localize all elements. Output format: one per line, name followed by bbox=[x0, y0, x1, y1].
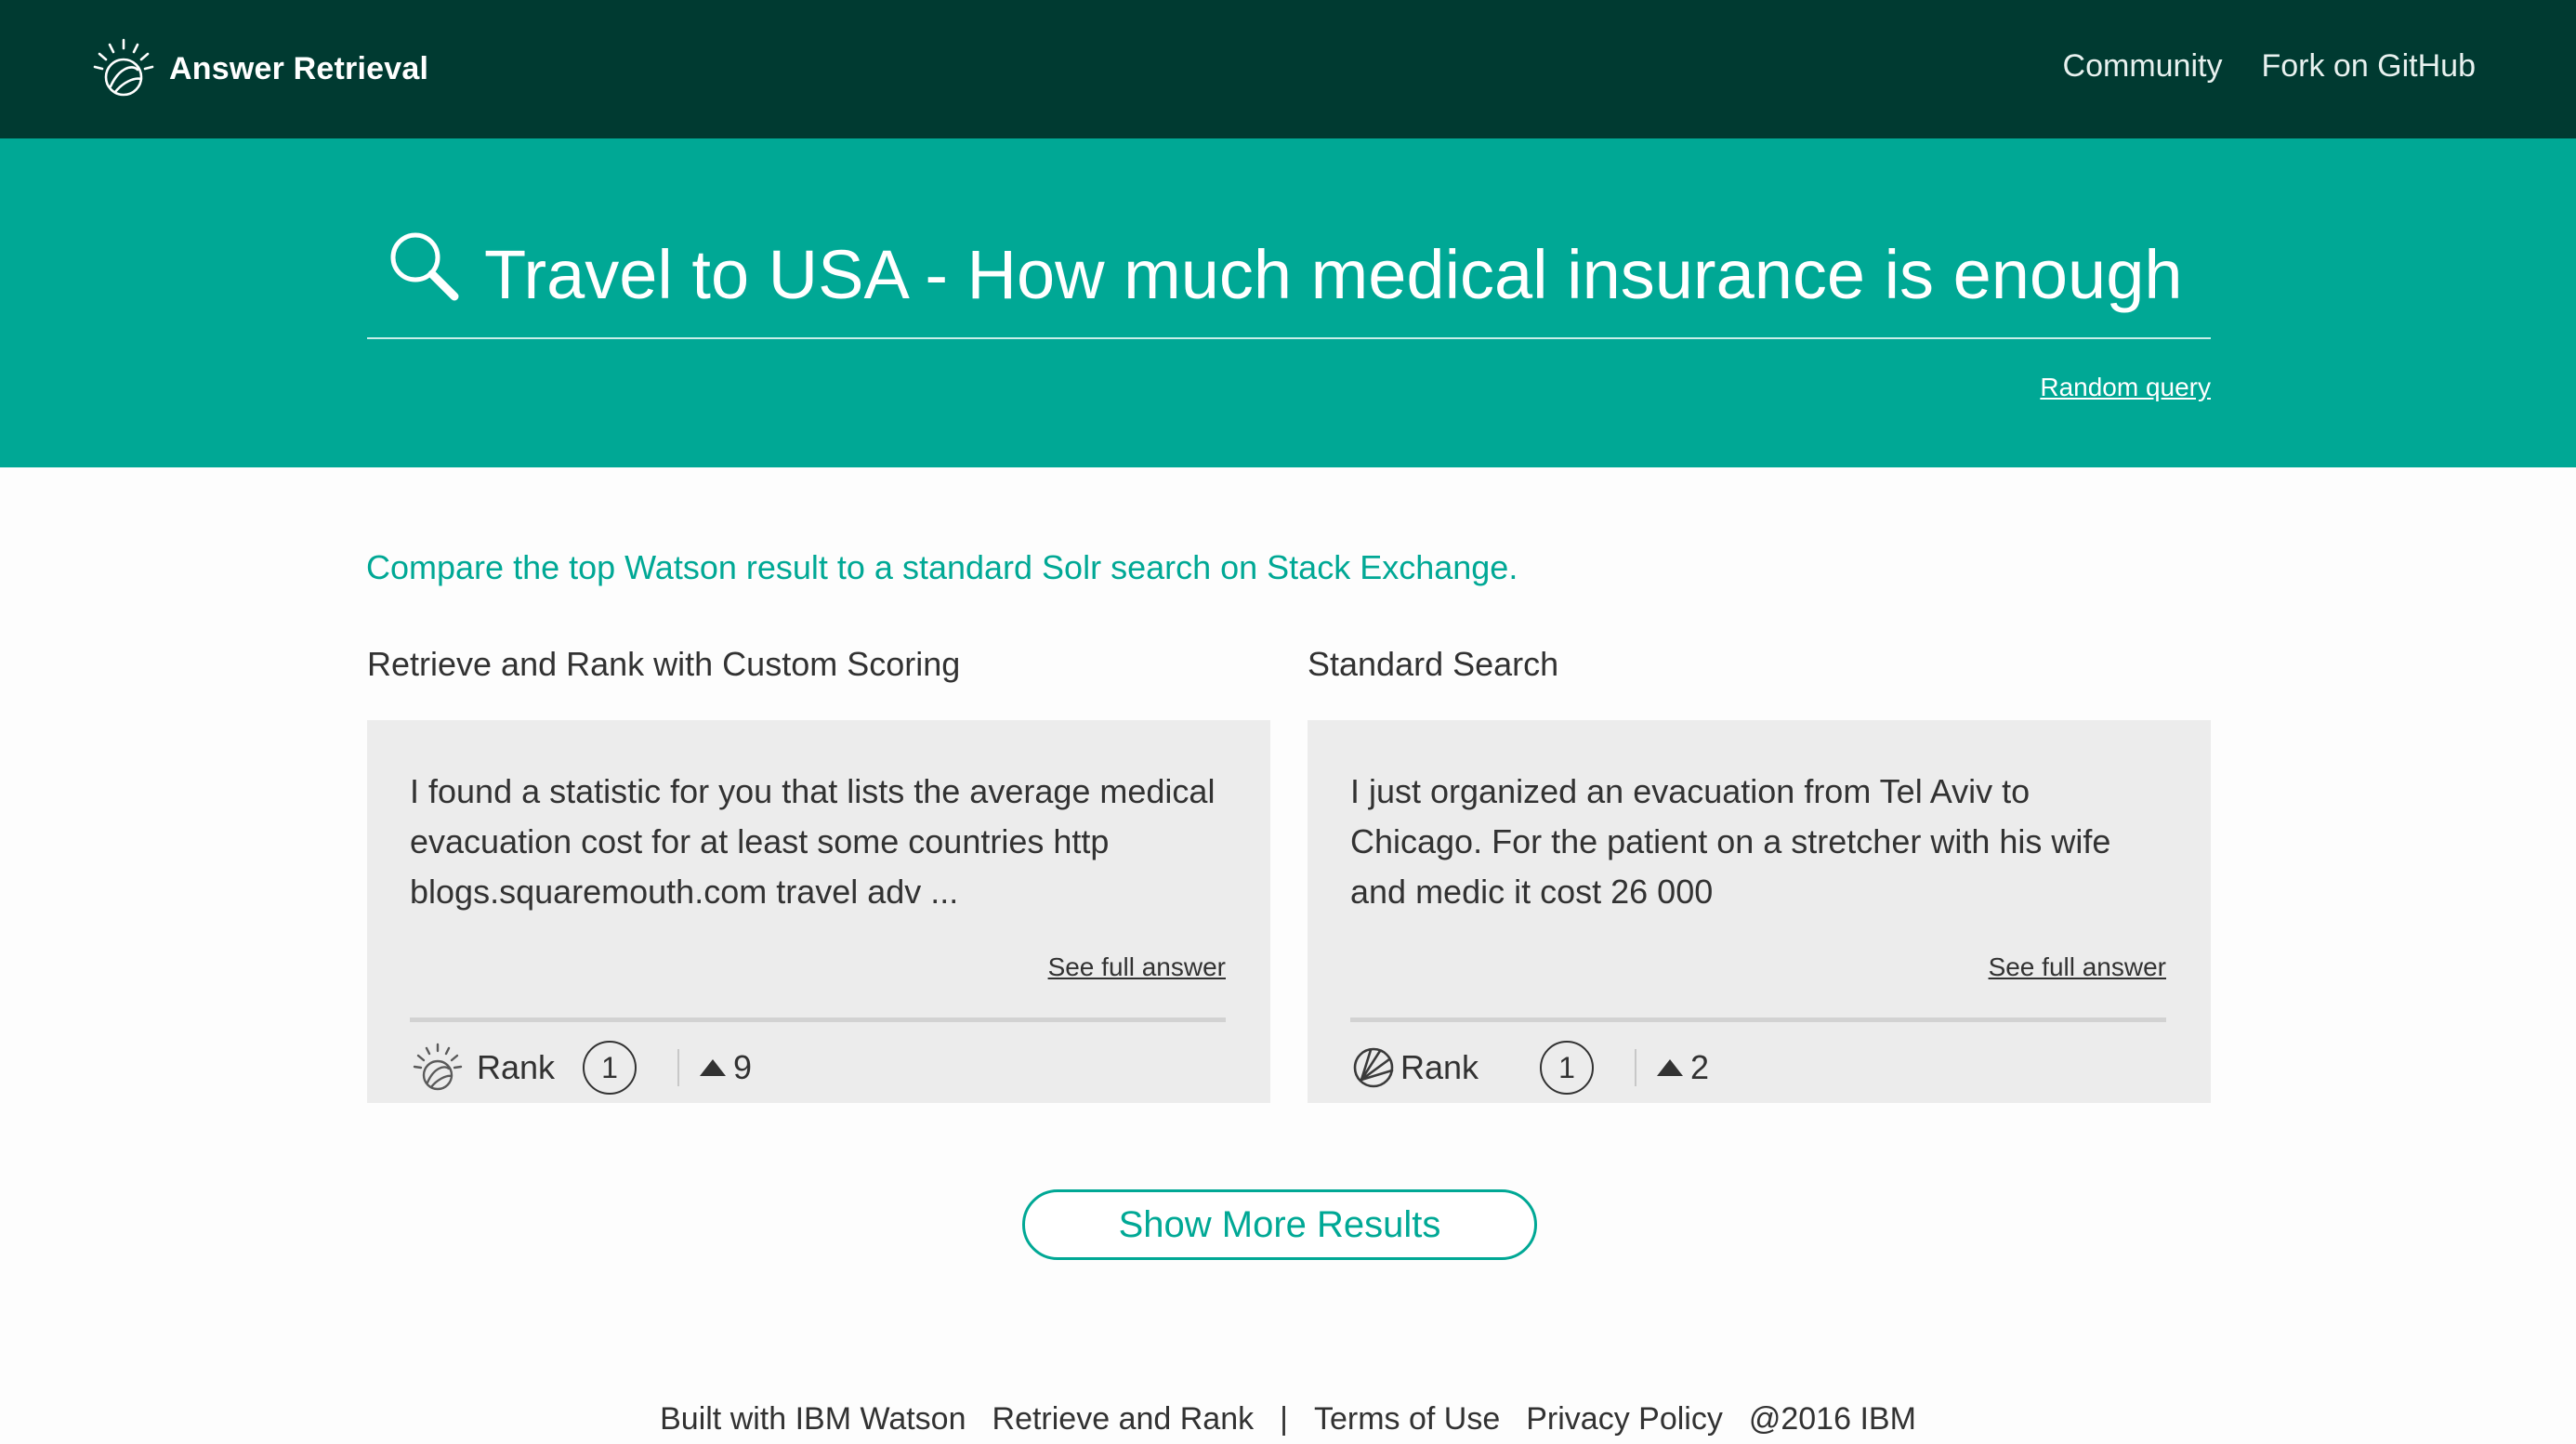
search-hero: Random query bbox=[0, 138, 2576, 467]
footer-built-with-watson-link[interactable]: Built with IBM Watson bbox=[660, 1401, 966, 1437]
rank-badge: 1 bbox=[583, 1041, 637, 1095]
meta-separator bbox=[1635, 1049, 1637, 1086]
answer-snippet: I found a statistic for you that lists t… bbox=[410, 772, 1216, 911]
upvote-icon bbox=[700, 1059, 727, 1076]
see-full-answer-link[interactable]: See full answer bbox=[1989, 952, 2166, 982]
solr-icon bbox=[1353, 1047, 1394, 1088]
search-input[interactable] bbox=[484, 215, 2194, 334]
column-title-standard-search: Standard Search bbox=[1308, 645, 1559, 683]
rank-label: Rank bbox=[1400, 1048, 1479, 1086]
card-divider bbox=[1350, 1017, 2166, 1022]
nav-fork-github-link[interactable]: Fork on GitHub bbox=[2261, 48, 2476, 85]
watson-icon bbox=[413, 1043, 463, 1091]
footer-terms-link[interactable]: Terms of Use bbox=[1314, 1401, 1500, 1437]
brand[interactable]: Answer Retrieval bbox=[91, 33, 428, 104]
vote-count: 2 bbox=[1690, 1048, 1710, 1086]
upvote-icon bbox=[1657, 1059, 1684, 1076]
search-bar bbox=[367, 215, 2211, 339]
footer-privacy-link[interactable]: Privacy Policy bbox=[1526, 1401, 1723, 1437]
footer-retrieve-rank-link[interactable]: Retrieve and Rank bbox=[992, 1401, 1255, 1437]
brand-title: Answer Retrieval bbox=[169, 50, 429, 86]
result-card-standard-search: I just organized an evacuation from Tel … bbox=[1308, 720, 2211, 1103]
intro-text: Compare the top Watson result to a stand… bbox=[366, 548, 1518, 586]
rank-badge: 1 bbox=[1540, 1041, 1595, 1095]
result-meta: Rank 1 2 bbox=[1352, 1034, 2166, 1101]
footer: Built with IBM Watson Retrieve and Rank … bbox=[0, 1401, 2576, 1437]
answer-snippet: I just organized an evacuation from Tel … bbox=[1350, 772, 2111, 911]
top-nav: Community Fork on GitHub bbox=[2063, 43, 2476, 89]
random-query-link[interactable]: Random query bbox=[2040, 373, 2211, 402]
see-full-answer-link[interactable]: See full answer bbox=[1048, 952, 1226, 982]
column-title-retrieve-rank: Retrieve and Rank with Custom Scoring bbox=[367, 645, 961, 683]
vote-count: 9 bbox=[733, 1048, 753, 1086]
top-navigation-bar: Answer Retrieval Community Fork on GitHu… bbox=[0, 0, 2576, 138]
rank-label: Rank bbox=[477, 1048, 556, 1086]
watson-logo-icon bbox=[93, 38, 154, 97]
footer-separator: | bbox=[1280, 1401, 1288, 1437]
show-more-results-button[interactable]: Show More Results bbox=[1022, 1189, 1537, 1260]
nav-community-link[interactable]: Community bbox=[2063, 48, 2223, 85]
footer-copyright: @2016 IBM bbox=[1748, 1401, 1916, 1437]
meta-separator bbox=[677, 1049, 680, 1086]
card-divider bbox=[410, 1017, 1226, 1022]
result-card-retrieve-rank: I found a statistic for you that lists t… bbox=[367, 720, 1270, 1103]
search-icon bbox=[390, 232, 459, 301]
result-meta: Rank 1 9 bbox=[412, 1034, 1226, 1101]
